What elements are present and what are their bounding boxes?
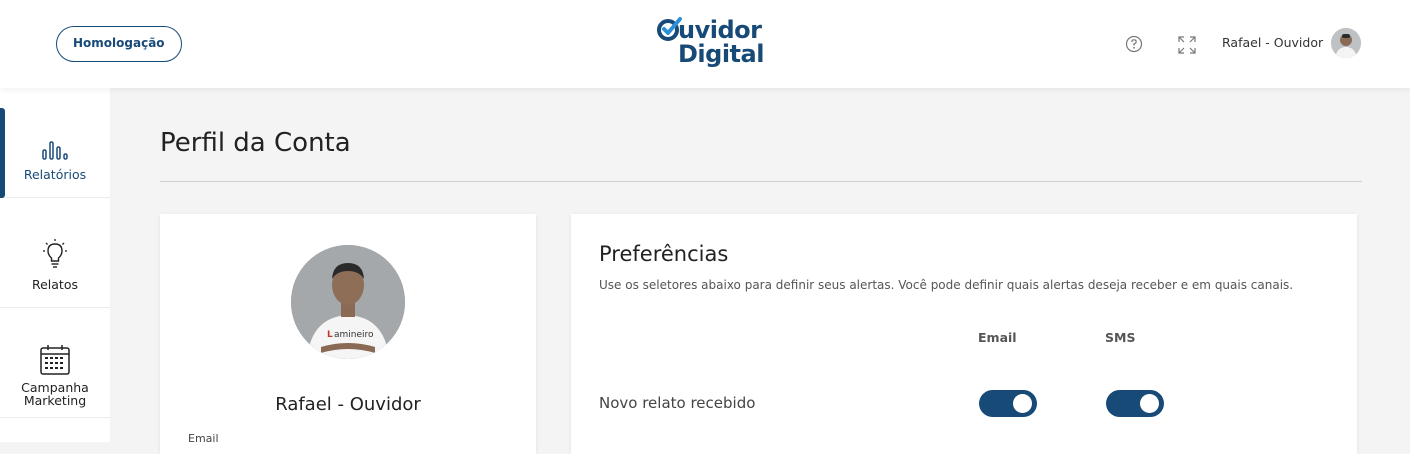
title-divider [160,181,1362,182]
user-avatar-image [1331,28,1361,58]
logo-text-line2: Digital [678,40,764,68]
profile-avatar-image: L amineiro [291,245,405,359]
preferences-description: Use os seletores abaixo para definir seu… [599,278,1294,292]
svg-text:amineiro: amineiro [334,330,374,340]
top-header: Homologação uvidor Digital Rafael - Ouvi… [0,0,1410,88]
sidebar: Relatórios Relatos Campanha Marketing [0,88,110,442]
sidebar-item-relatos[interactable]: Relatos [0,198,110,308]
preferences-card: Preferências Use os seletores abaixo par… [571,214,1357,454]
sidebar-item-relatorios[interactable]: Relatórios [0,88,110,198]
sidebar-item-label: Relatos [31,277,78,292]
profile-avatar[interactable]: L amineiro [291,245,405,359]
toggle-knob [1013,394,1032,413]
fullscreen-icon[interactable] [1178,36,1196,54]
lightbulb-icon [43,239,67,268]
column-header-sms: SMS [1105,330,1136,345]
svg-text:L: L [327,330,333,340]
sidebar-item-campanha-marketing[interactable]: Campanha Marketing [0,308,110,418]
help-icon[interactable] [1125,35,1143,53]
bar-chart-icon [42,141,68,160]
toggle-knob [1140,394,1159,413]
column-header-email: Email [978,330,1017,345]
user-name[interactable]: Rafael - Ouvidor [1222,35,1323,50]
sms-alert-toggle[interactable] [1106,390,1164,417]
sidebar-item-label: Relatórios [23,167,87,182]
environment-badge[interactable]: Homologação [56,26,182,62]
profile-name: Rafael - Ouvidor [275,394,421,415]
email-label: Email [188,432,219,445]
calendar-icon [40,345,70,375]
user-avatar[interactable] [1331,28,1361,58]
preferences-title: Preferências [599,242,729,266]
preference-row-label: Novo relato recebido [599,394,756,412]
sidebar-item-label: Marketing [23,393,87,408]
logo-text-line1: uvidor [678,16,762,44]
email-alert-toggle[interactable] [979,390,1037,417]
profile-card: L amineiro Rafael - Ouvidor Email [160,214,536,454]
app-logo[interactable]: uvidor Digital [656,16,766,72]
page-title: Perfil da Conta [160,128,351,158]
